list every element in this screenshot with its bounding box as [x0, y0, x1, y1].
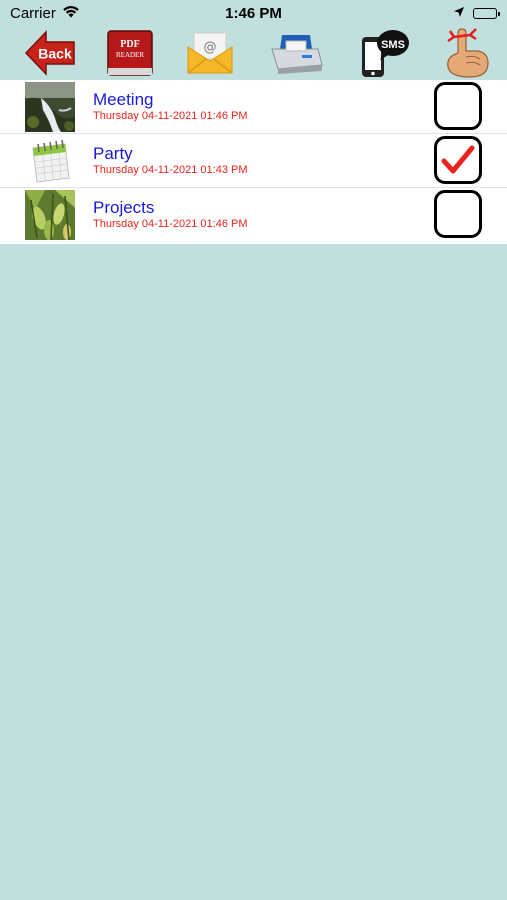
pdf-label: PDF	[120, 39, 139, 50]
done-checkbox[interactable]	[434, 82, 482, 130]
back-label: Back	[38, 46, 72, 62]
note-list: Meeting Thursday 04-11-2021 01:46 PM Par…	[0, 80, 507, 244]
done-checkbox[interactable]	[434, 136, 482, 184]
sms-button[interactable]: SMS	[358, 27, 412, 79]
toolbar: Back PDF READER @ SMS	[0, 27, 507, 79]
done-checkbox[interactable]	[434, 190, 482, 238]
item-title: Projects	[93, 198, 155, 217]
sms-label: SMS	[381, 39, 405, 51]
email-envelope-icon: @	[187, 32, 233, 74]
status-bar: Carrier 1:46 PM	[0, 0, 507, 27]
svg-text:@: @	[204, 40, 217, 55]
battery-icon	[473, 8, 500, 19]
printer-icon	[271, 35, 323, 74]
print-button[interactable]	[268, 27, 324, 79]
reminder-button[interactable]	[440, 27, 492, 79]
item-title: Party	[93, 144, 133, 163]
list-item[interactable]: Projects Thursday 04-11-2021 01:46 PM	[0, 188, 507, 244]
back-button[interactable]: Back	[24, 27, 76, 79]
location-arrow-icon	[453, 5, 465, 22]
wifi-icon	[62, 5, 80, 22]
item-date: Thursday 04-11-2021 01:46 PM	[93, 218, 248, 230]
plant-thumbnail	[25, 190, 75, 240]
reminder-finger-icon	[447, 28, 489, 78]
waterfall-thumbnail	[25, 82, 75, 132]
carrier-label: Carrier	[10, 5, 56, 22]
item-title: Meeting	[93, 90, 154, 109]
calendar-thumbnail	[25, 136, 75, 186]
item-date: Thursday 04-11-2021 01:46 PM	[93, 110, 248, 122]
list-item[interactable]: Meeting Thursday 04-11-2021 01:46 PM	[0, 80, 507, 134]
email-button[interactable]: @	[186, 27, 234, 79]
reader-label: READER	[116, 51, 144, 59]
pdf-reader-button[interactable]: PDF READER	[106, 27, 154, 79]
checkmark-icon	[441, 145, 475, 174]
list-item[interactable]: Party Thursday 04-11-2021 01:43 PM	[0, 134, 507, 188]
item-date: Thursday 04-11-2021 01:43 PM	[93, 164, 248, 176]
